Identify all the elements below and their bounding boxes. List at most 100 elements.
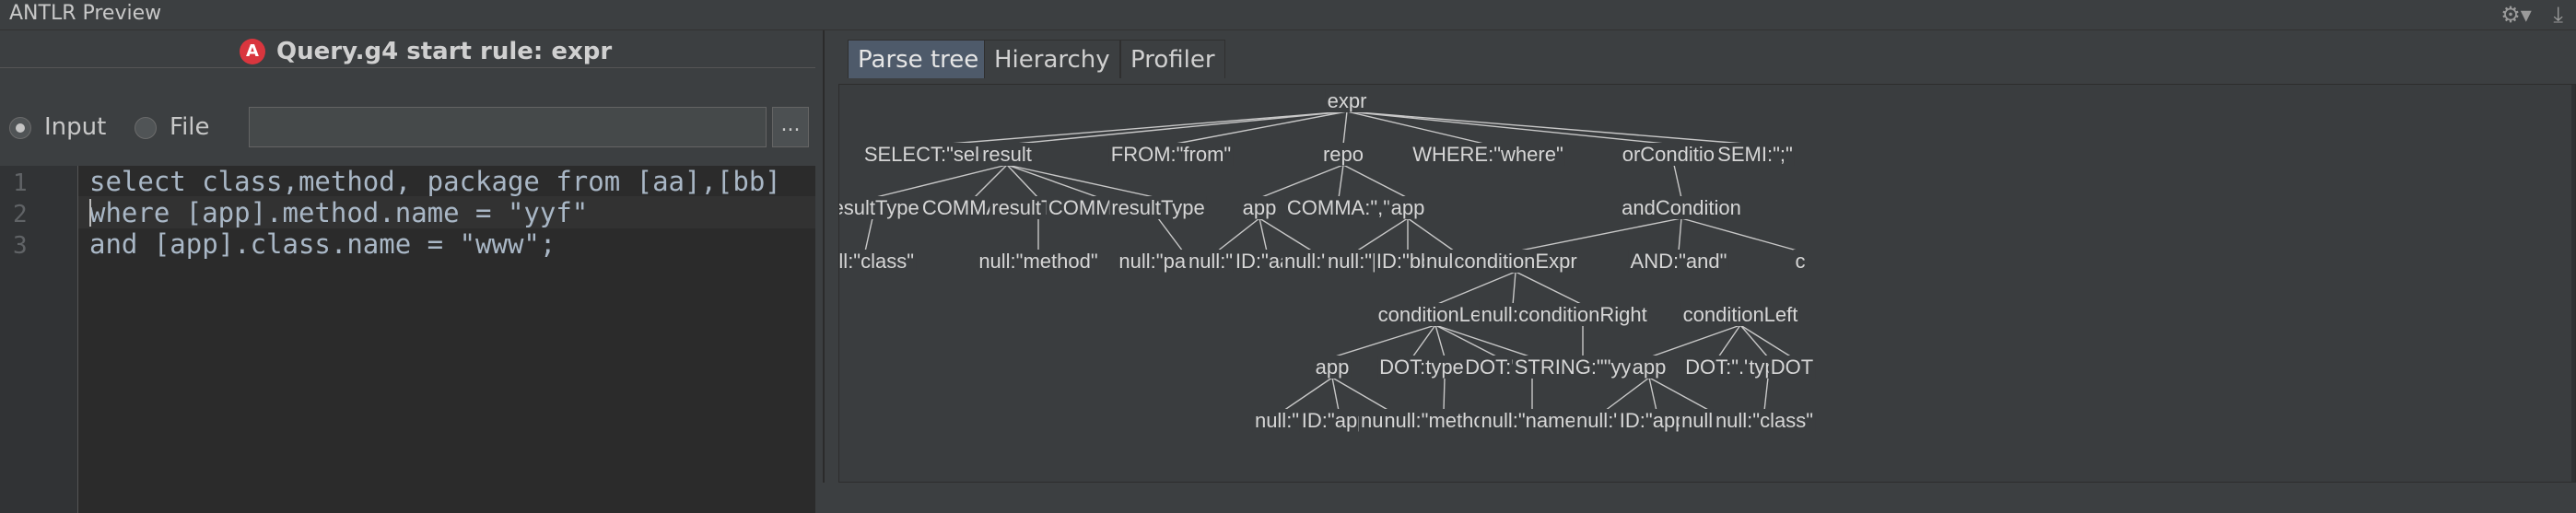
tree-edge: [1443, 377, 1446, 412]
input-editor[interactable]: 1 2 3 select class,method, package from …: [0, 166, 815, 513]
tree-edge: [1678, 217, 1682, 252]
preview-panel: Parse tree Hierarchy Profiler expr SELECT…: [825, 30, 2576, 483]
tree-node[interactable]: COMMA:",": [1287, 196, 1390, 219]
tree-edge: [1346, 111, 1675, 146]
tab-profiler[interactable]: Profiler: [1120, 40, 1225, 78]
tree-edge: [864, 217, 873, 252]
tree-edge: [1216, 217, 1260, 252]
tree-edge: [1331, 324, 1436, 358]
tree-edge: [973, 164, 1008, 199]
tree-node[interactable]: AND:"and": [1631, 250, 1727, 273]
vertical-scrollbar[interactable]: [2571, 85, 2575, 482]
start-rule-header: A Query.g4 start rule: expr: [0, 30, 815, 68]
tree-edge: [1515, 271, 1584, 306]
tree-node[interactable]: conditionRight: [1518, 303, 1646, 326]
file-radio-label[interactable]: File: [170, 113, 210, 141]
tree-edge: [1282, 377, 1333, 412]
tree-node[interactable]: FROM:"from": [1111, 143, 1232, 166]
tree-edge: [1512, 271, 1516, 306]
tree-node[interactable]: null:"name": [1481, 409, 1583, 432]
tree-edge: [1346, 111, 1489, 146]
tree-edge: [1673, 164, 1682, 199]
tree-edge: [1717, 324, 1741, 358]
tree-edge: [1259, 164, 1344, 199]
tree-edge: [1342, 111, 1348, 146]
tree-edge: [1407, 217, 1456, 252]
tree-node[interactable]: result: [982, 143, 1032, 166]
tree-edge: [938, 111, 1348, 146]
title-tools: ⚙▾ ⤓: [2486, 2, 2563, 28]
tree-node[interactable]: WHERE:"where": [1412, 143, 1563, 166]
parse-tree-graph: exprSELECT:"select"result FROM:"from" repo…: [839, 89, 1816, 432]
input-panel: A Query.g4 start rule: expr Input File .…: [0, 30, 825, 513]
line-number-gutter: 1 2 3: [0, 166, 78, 513]
tab-parse-tree[interactable]: Parse tree: [848, 40, 989, 78]
tree-edge: [1355, 217, 1409, 252]
line-number: 2: [13, 201, 28, 228]
tree-node[interactable]: null:"class": [1715, 409, 1813, 432]
tree-node[interactable]: resultType: [1111, 196, 1205, 219]
tree-node[interactable]: conditionLeft: [1378, 303, 1493, 326]
tree-edge: [1680, 217, 1801, 252]
line-number: 3: [13, 232, 28, 260]
tree-node[interactable]: null:"class": [839, 250, 914, 273]
tree-edge: [1338, 164, 1344, 199]
antlr-error-icon: A: [240, 39, 265, 64]
tree-edge: [1763, 377, 1769, 412]
file-radio[interactable]: [135, 117, 157, 139]
code-line[interactable]: where [app].method.name = "yyf": [89, 197, 588, 228]
tree-node[interactable]: conditionLeft: [1683, 303, 1798, 326]
tree-node[interactable]: repo: [1323, 143, 1364, 166]
tree-node[interactable]: expr: [1328, 89, 1367, 112]
parse-tree-view[interactable]: expr SELECT:"select" result FROM:"from" repo…: [838, 84, 2576, 483]
line-number: 1: [13, 169, 28, 197]
tree-edge: [1739, 324, 1793, 358]
tree-node[interactable]: DOT: [1771, 356, 1813, 379]
input-radio[interactable]: [9, 117, 31, 139]
download-icon[interactable]: ⤓: [2553, 2, 2563, 28]
tree-node[interactable]: andCondition: [1622, 196, 1741, 219]
gear-icon[interactable]: ⚙▾: [2500, 2, 2532, 28]
tree-node[interactable]: SEMI:";": [1717, 143, 1793, 166]
tree-edge: [872, 164, 1008, 199]
input-radio-label[interactable]: Input: [44, 113, 106, 141]
browse-button[interactable]: ...: [772, 107, 809, 147]
tree-edge: [1006, 111, 1348, 146]
tree-edge: [1331, 377, 1340, 412]
tree-node[interactable]: app: [1633, 356, 1667, 379]
tree-node[interactable]: conditionExpr: [1454, 250, 1576, 273]
tree-node[interactable]: DOT:".": [1685, 356, 1751, 379]
tree-node[interactable]: app: [1243, 196, 1277, 219]
text-caret: [89, 199, 91, 227]
window-title: ANTLR Preview: [9, 2, 162, 25]
tree-edge: [1006, 164, 1159, 199]
code-line[interactable]: and [app].class.name = "www";: [89, 228, 556, 260]
tree-edge: [1434, 324, 1446, 358]
tree-edge: [1259, 217, 1314, 252]
tree-edge: [1411, 324, 1436, 358]
tree-edge: [1648, 377, 1711, 412]
tree-edge: [1006, 164, 1101, 199]
tree-edge: [1434, 271, 1516, 306]
tree-edge: [1648, 377, 1657, 412]
tree-node[interactable]: c: [1796, 250, 1806, 273]
tree-edge: [1739, 324, 1769, 358]
tree-node[interactable]: app: [1391, 196, 1425, 219]
file-path-field[interactable]: [249, 107, 767, 147]
tree-edge: [1346, 111, 1756, 146]
tree-edge: [1515, 217, 1682, 252]
tab-hierarchy[interactable]: Hierarchy: [984, 40, 1120, 78]
title-bar: ANTLR Preview ⚙▾ ⤓: [0, 0, 2576, 30]
tree-node[interactable]: resultType: [839, 196, 919, 219]
start-rule-title: Query.g4 start rule: expr: [276, 38, 613, 65]
tree-edge: [1170, 111, 1348, 146]
tree-node[interactable]: orCondition: [1622, 143, 1727, 166]
tree-edge: [1331, 377, 1390, 412]
tree-edge: [1604, 377, 1650, 412]
code-line[interactable]: select class,method, package from [aa],[…: [89, 166, 781, 197]
tree-node[interactable]: null:"method": [978, 250, 1097, 273]
tree-edge: [1342, 164, 1409, 199]
tree-node[interactable]: type: [1425, 356, 1464, 379]
tree-edge: [1157, 217, 1184, 252]
tree-node[interactable]: app: [1316, 356, 1350, 379]
